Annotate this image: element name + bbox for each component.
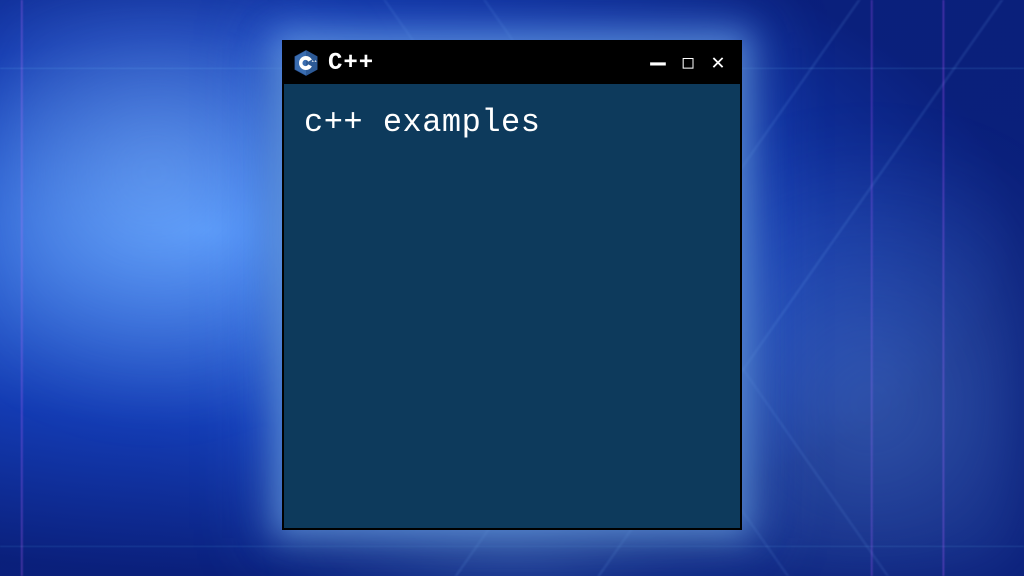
close-button[interactable]: ✕ — [706, 52, 730, 74]
body-content: c++ examples — [304, 104, 540, 141]
cpp-logo-icon: + + — [292, 49, 320, 77]
terminal-body[interactable]: c++ examples — [284, 84, 740, 528]
maximize-button[interactable]: □ — [676, 54, 700, 72]
window-controls: — □ ✕ — [646, 50, 730, 76]
window-titlebar[interactable]: + + C++ — □ ✕ — [284, 42, 740, 84]
window-title: C++ — [328, 50, 638, 77]
terminal-window: + + C++ — □ ✕ c++ examples — [282, 40, 742, 530]
minimize-button[interactable]: — — [646, 50, 670, 76]
